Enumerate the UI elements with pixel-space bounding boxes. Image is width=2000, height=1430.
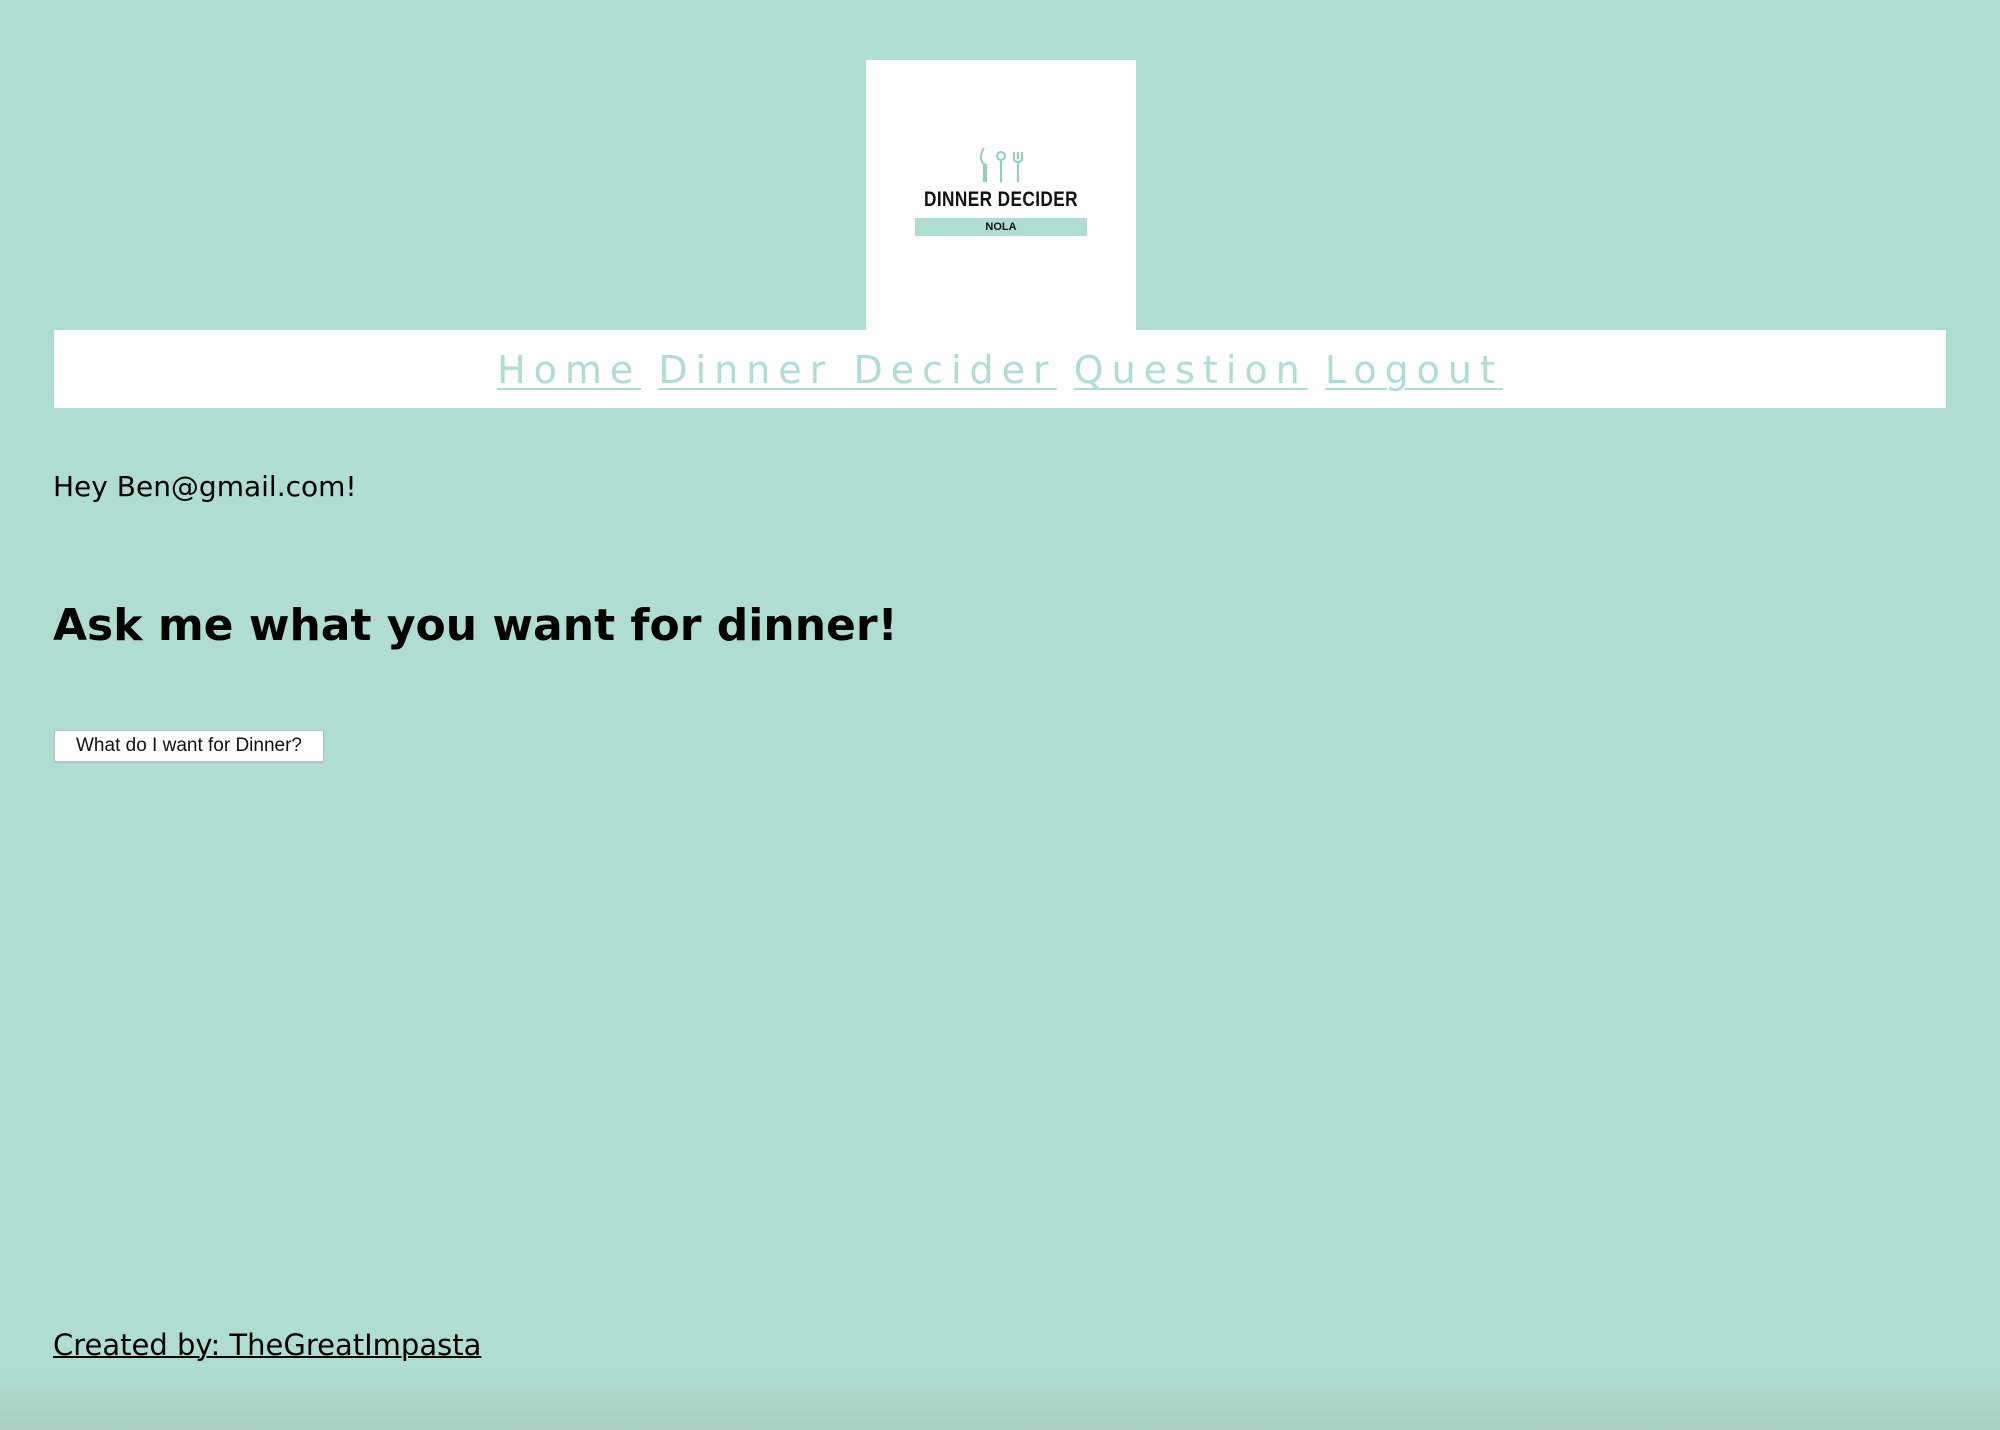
page-heading: Ask me what you want for dinner! <box>53 600 898 651</box>
nav-link-home[interactable]: Home <box>497 348 641 392</box>
ask-dinner-button[interactable]: What do I want for Dinner? <box>54 730 324 762</box>
nav-link-question[interactable]: Question <box>1074 348 1308 392</box>
nav-link-dinner-decider[interactable]: Dinner Decider <box>658 348 1056 392</box>
nav-link-logout[interactable]: Logout <box>1325 348 1503 392</box>
footer-credit-link[interactable]: Created by: TheGreatImpasta <box>53 1328 481 1362</box>
logo-subtitle: NOLA <box>915 218 1087 236</box>
greeting-text: Hey Ben@gmail.com! <box>53 470 357 503</box>
logo: DINNER DECIDER NOLA <box>866 60 1136 330</box>
nav-bar: Home Dinner Decider Question Logout <box>54 330 1946 408</box>
nav-links: Home Dinner Decider Question Logout <box>491 348 1509 392</box>
utensils-icon <box>980 147 1023 182</box>
logo-title: DINNER DECIDER <box>923 188 1079 211</box>
bottom-fade <box>0 1370 2000 1430</box>
